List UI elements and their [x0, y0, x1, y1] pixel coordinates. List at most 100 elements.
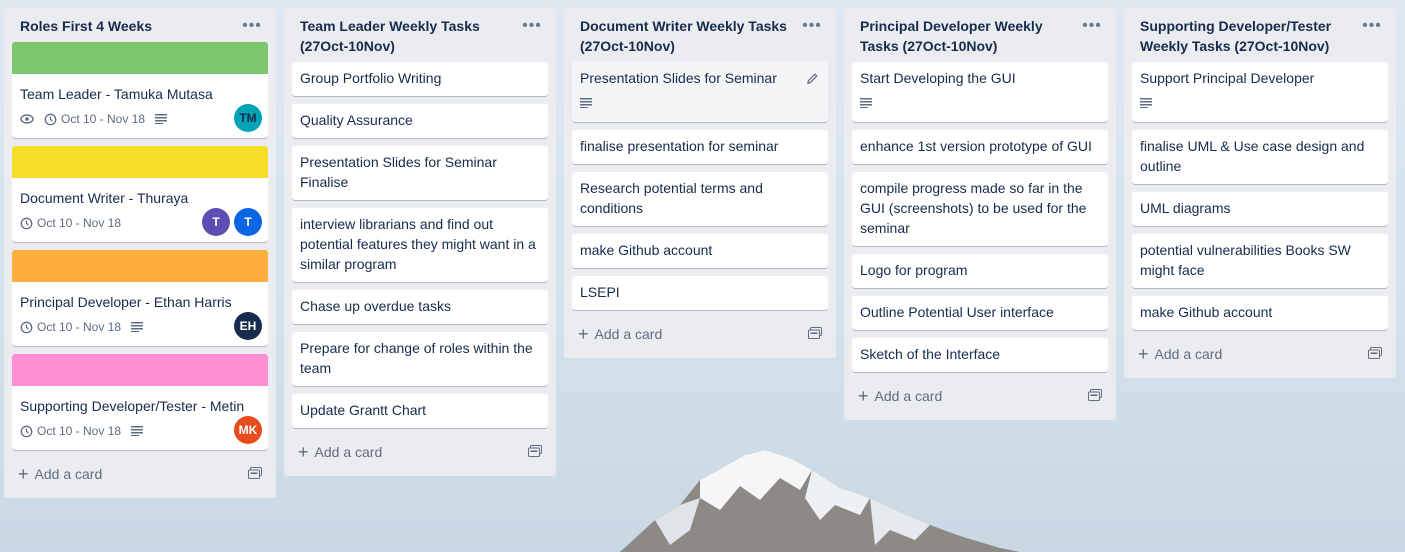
role-card[interactable]: Team Leader - Tamuka Mutasa Oct 10 - Nov… — [12, 42, 268, 138]
card-template-icon[interactable] — [808, 326, 822, 342]
task-card[interactable]: make Github account — [1132, 296, 1388, 330]
list-header: Document Writer Weekly Tasks (27Oct-10No… — [572, 8, 828, 62]
card-template-icon[interactable] — [1088, 388, 1102, 404]
role-card[interactable]: Principal Developer - Ethan Harris Oct 1… — [12, 250, 268, 346]
card-title: Research potential terms and conditions — [580, 180, 763, 216]
card-title: Logo for program — [860, 262, 968, 278]
list-roles: Roles First 4 Weeks ••• Team Leader - Ta… — [4, 8, 276, 498]
task-card[interactable]: Prepare for change of roles within the t… — [292, 332, 548, 386]
card-title: Prepare for change of roles within the t… — [300, 340, 533, 376]
list-title[interactable]: Team Leader Weekly Tasks (27Oct-10Nov) — [300, 16, 516, 56]
list-title[interactable]: Document Writer Weekly Tasks (27Oct-10No… — [580, 16, 796, 56]
task-card[interactable]: Presentation Slides for Seminar Finalise — [292, 146, 548, 200]
due-date-text: Oct 10 - Nov 18 — [37, 320, 122, 334]
yellow-label[interactable] — [12, 146, 268, 178]
card-badges: Oct 10 - Nov 18 — [20, 316, 260, 338]
avatar[interactable]: MK — [234, 416, 262, 444]
list-menu-icon[interactable]: ••• — [520, 16, 544, 36]
task-card[interactable]: finalise UML & Use case design and outli… — [1132, 130, 1388, 184]
card-title: Quality Assurance — [300, 112, 413, 128]
description-icon — [580, 98, 592, 108]
list-menu-icon[interactable]: ••• — [800, 16, 824, 36]
card-title: Chase up overdue tasks — [300, 298, 451, 314]
task-card[interactable]: Presentation Slides for Seminar — [572, 62, 828, 122]
task-card[interactable]: LSEPI — [572, 276, 828, 310]
due-date-badge[interactable]: Oct 10 - Nov 18 — [20, 317, 121, 337]
add-card-button[interactable]: + Add a card — [18, 465, 102, 483]
clock-icon — [20, 321, 33, 333]
task-card[interactable]: make Github account — [572, 234, 828, 268]
card-members: T T — [202, 208, 262, 236]
card-members: MK — [234, 416, 262, 444]
list-title[interactable]: Principal Developer Weekly Tasks (27Oct-… — [860, 16, 1076, 56]
add-card-button[interactable]: + Add a card — [1138, 345, 1222, 363]
task-card[interactable]: Chase up overdue tasks — [292, 290, 548, 324]
task-card[interactable]: compile progress made so far in the GUI … — [852, 172, 1108, 246]
add-card-button[interactable]: + Add a card — [578, 325, 662, 343]
card-title: Team Leader - Tamuka Mutasa — [20, 86, 213, 102]
card-title: finalise presentation for seminar — [580, 138, 779, 154]
card-badges — [860, 92, 1100, 114]
avatar[interactable]: TM — [234, 104, 262, 132]
card-title: LSEPI — [580, 284, 620, 300]
task-card[interactable]: potential vulnerabilities Books SW might… — [1132, 234, 1388, 288]
card-title: compile progress made so far in the GUI … — [860, 180, 1087, 236]
add-card-button[interactable]: + Add a card — [298, 443, 382, 461]
task-card[interactable]: Logo for program — [852, 254, 1108, 288]
task-card[interactable]: enhance 1st version prototype of GUI — [852, 130, 1108, 164]
card-title: make Github account — [580, 242, 713, 258]
list-document-writer: Document Writer Weekly Tasks (27Oct-10No… — [564, 8, 836, 358]
pink-label[interactable] — [12, 354, 268, 386]
card-template-icon[interactable] — [528, 444, 542, 460]
add-card-row: + Add a card — [852, 380, 1108, 412]
list-title[interactable]: Supporting Developer/Tester Weekly Tasks… — [1140, 16, 1356, 56]
due-date-badge[interactable]: Oct 10 - Nov 18 — [44, 109, 145, 129]
list-menu-icon[interactable]: ••• — [1360, 16, 1384, 36]
due-date-badge[interactable]: Oct 10 - Nov 18 — [20, 421, 121, 441]
list-header: Principal Developer Weekly Tasks (27Oct-… — [852, 8, 1108, 62]
list-header: Supporting Developer/Tester Weekly Tasks… — [1132, 8, 1388, 62]
list-menu-icon[interactable]: ••• — [1080, 16, 1104, 36]
task-card[interactable]: finalise presentation for seminar — [572, 130, 828, 164]
green-label[interactable] — [12, 42, 268, 74]
list-title[interactable]: Roles First 4 Weeks — [20, 16, 236, 36]
add-card-button[interactable]: + Add a card — [858, 387, 942, 405]
card-title: Group Portfolio Writing — [300, 70, 442, 86]
role-card[interactable]: Document Writer - Thuraya Oct 10 - Nov 1… — [12, 146, 268, 242]
card-badges — [1140, 92, 1380, 114]
avatar[interactable]: EH — [234, 312, 262, 340]
due-date-badge[interactable]: Oct 10 - Nov 18 — [20, 213, 121, 233]
role-card[interactable]: Supporting Developer/Tester - Metin Oct … — [12, 354, 268, 450]
avatar[interactable]: T — [202, 208, 230, 236]
add-card-label: Add a card — [314, 444, 383, 460]
card-title: Support Principal Developer — [1140, 70, 1315, 86]
card-title: UML diagrams — [1140, 200, 1231, 216]
card-badges — [580, 92, 820, 114]
card-title: enhance 1st version prototype of GUI — [860, 138, 1092, 154]
task-card[interactable]: interview librarians and find out potent… — [292, 208, 548, 282]
card-title: Supporting Developer/Tester - Metin — [20, 398, 245, 414]
task-card[interactable]: Start Developing the GUI — [852, 62, 1108, 122]
task-card[interactable]: Quality Assurance — [292, 104, 548, 138]
task-card[interactable]: Outline Potential User interface — [852, 296, 1108, 330]
task-card[interactable]: Research potential terms and conditions — [572, 172, 828, 226]
pencil-icon[interactable] — [806, 70, 820, 84]
description-icon — [131, 426, 144, 436]
add-card-label: Add a card — [1154, 346, 1223, 362]
card-template-icon[interactable] — [1368, 346, 1382, 362]
orange-label[interactable] — [12, 250, 268, 282]
plus-icon: + — [1138, 344, 1149, 364]
task-card[interactable]: Sketch of the Interface — [852, 338, 1108, 372]
task-card[interactable]: Support Principal Developer — [1132, 62, 1388, 122]
list-menu-icon[interactable]: ••• — [240, 16, 264, 36]
add-card-label: Add a card — [874, 388, 943, 404]
plus-icon: + — [18, 464, 29, 484]
task-card[interactable]: Group Portfolio Writing — [292, 62, 548, 96]
due-date-text: Oct 10 - Nov 18 — [37, 216, 122, 230]
add-card-label: Add a card — [34, 466, 103, 482]
task-card[interactable]: UML diagrams — [1132, 192, 1388, 226]
avatar[interactable]: T — [234, 208, 262, 236]
list-principal-developer: Principal Developer Weekly Tasks (27Oct-… — [844, 8, 1116, 420]
card-template-icon[interactable] — [248, 466, 262, 482]
task-card[interactable]: Update Grantt Chart — [292, 394, 548, 428]
